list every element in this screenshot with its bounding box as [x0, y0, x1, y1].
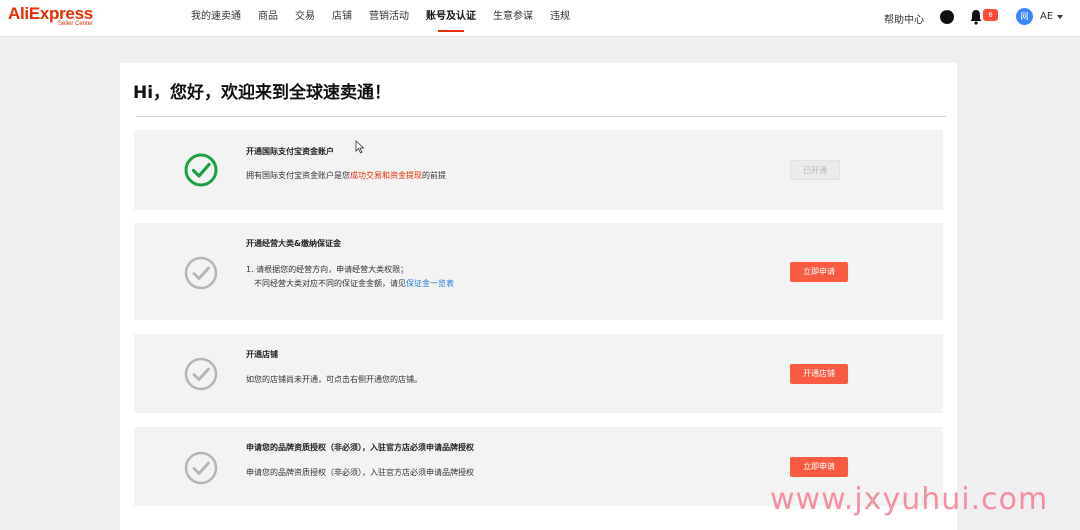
nav-products[interactable]: 商品 [258, 0, 278, 37]
check-circle-green-icon [184, 153, 218, 187]
nav-my-aliexpress[interactable]: 我的速卖通 [191, 0, 241, 37]
step-description: 申请您的品牌资质授权（非必须），入驻官方店必须申请品牌授权 [246, 468, 474, 477]
step-alipay-account: 开通国际支付宝资金账户 拥有国际支付宝资金账户是您成功交易和资金提现的前提 已开… [134, 130, 943, 210]
aliexpress-logo[interactable]: AliExpress Seller Center [8, 5, 93, 28]
highlight-text: 成功交易和资金提现 [350, 171, 422, 180]
help-center-link[interactable]: 帮助中心 [884, 11, 924, 26]
step-open-store: 开通店铺 如您的店铺尚未开通，可点击右侧开通您的店铺。 开通店铺 [134, 334, 943, 413]
step-description: 拥有国际支付宝资金账户是您成功交易和资金提现的前提 [246, 171, 446, 180]
step-description-line-2: 不同经营大类对应不同的保证金金额，请见保证金一览表 [254, 279, 454, 288]
notification-badge: 6 [983, 9, 998, 21]
chat-icon[interactable] [940, 6, 954, 24]
check-circle-gray-icon [184, 357, 218, 391]
logo-subtitle: Seller Center [58, 21, 94, 27]
check-circle-gray-icon [184, 256, 218, 290]
chevron-down-icon[interactable] [1057, 15, 1063, 19]
check-circle-gray-icon [184, 451, 218, 485]
step-description: 如您的店铺尚未开通，可点击右侧开通您的店铺。 [246, 375, 422, 384]
bell-icon[interactable] [969, 9, 983, 25]
nav-transactions[interactable]: 交易 [295, 0, 315, 37]
watermark: www.jxyuhui.com [770, 482, 1049, 517]
mouse-cursor-icon [355, 140, 365, 154]
apply-now-button[interactable]: 立即申请 [790, 457, 848, 477]
user-code[interactable]: AE [1040, 11, 1053, 22]
step-title: 开通国际支付宝资金账户 [246, 147, 334, 156]
avatar[interactable]: 网 [1016, 8, 1033, 25]
nav-violations[interactable]: 违规 [550, 0, 570, 37]
open-store-button[interactable]: 开通店铺 [790, 364, 848, 384]
page-title: Hi，您好，欢迎来到全球速卖通！ [133, 83, 392, 103]
step-title: 申请您的品牌资质授权（非必须），入驻官方店必须申请品牌授权 [246, 443, 474, 452]
main-nav: 我的速卖通 商品 交易 店铺 营销活动 账号及认证 生意参谋 违规 [191, 0, 587, 37]
nav-business-advisor[interactable]: 生意参谋 [493, 0, 533, 37]
nav-store[interactable]: 店铺 [332, 0, 352, 37]
step-description-line-1: 1. 请根据您的经营方向，申请经营大类权限； [246, 265, 409, 274]
nav-account-verification[interactable]: 账号及认证 [426, 0, 476, 37]
step-title: 开通店铺 [246, 350, 278, 359]
apply-now-button[interactable]: 立即申请 [790, 262, 848, 282]
nav-marketing[interactable]: 营销活动 [369, 0, 409, 37]
step-title: 开通经营大类&缴纳保证金 [246, 239, 341, 248]
title-divider [136, 116, 946, 117]
onboarding-card: Hi，您好，欢迎来到全球速卖通！ 开通国际支付宝资金账户 拥有国际支付宝资金账户… [120, 63, 957, 530]
opened-button: 已开通 [790, 160, 840, 180]
step-category-deposit: 开通经营大类&缴纳保证金 1. 请根据您的经营方向，申请经营大类权限； 不同经营… [134, 223, 943, 320]
top-navigation-bar: AliExpress Seller Center 我的速卖通 商品 交易 店铺 … [0, 0, 1080, 37]
deposit-table-link[interactable]: 保证金一览表 [406, 279, 454, 288]
